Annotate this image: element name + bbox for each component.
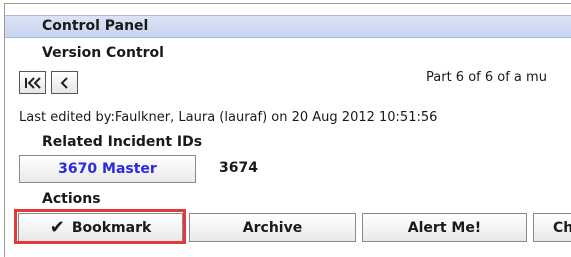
archive-button[interactable]: Archive (189, 213, 356, 242)
incident-3670-master-button[interactable]: 3670 Master (19, 155, 196, 183)
actions-title: Actions (42, 191, 101, 207)
bookmark-button[interactable]: ✔ Bookmark (18, 213, 183, 242)
truncated-action-button[interactable]: Ch (533, 213, 571, 242)
version-control-title: Version Control (42, 45, 164, 61)
panel-title: Control Panel (42, 18, 149, 34)
last-edited-text: Last edited by:Faulkner, Laura (lauraf) … (19, 110, 438, 125)
previous-page-button[interactable] (51, 71, 78, 94)
first-page-button[interactable] (19, 71, 46, 94)
previous-page-icon (60, 76, 68, 89)
checkmark-icon: ✔ (49, 216, 65, 238)
first-page-icon (24, 76, 41, 89)
alert-me-button[interactable]: Alert Me! (362, 213, 527, 242)
incident-3674-id: 3674 (219, 160, 258, 176)
page-info-text: Part 6 of 6 of a mu (426, 70, 547, 85)
bookmark-label: Bookmark (71, 219, 152, 236)
related-incidents-title: Related Incident IDs (42, 134, 203, 150)
